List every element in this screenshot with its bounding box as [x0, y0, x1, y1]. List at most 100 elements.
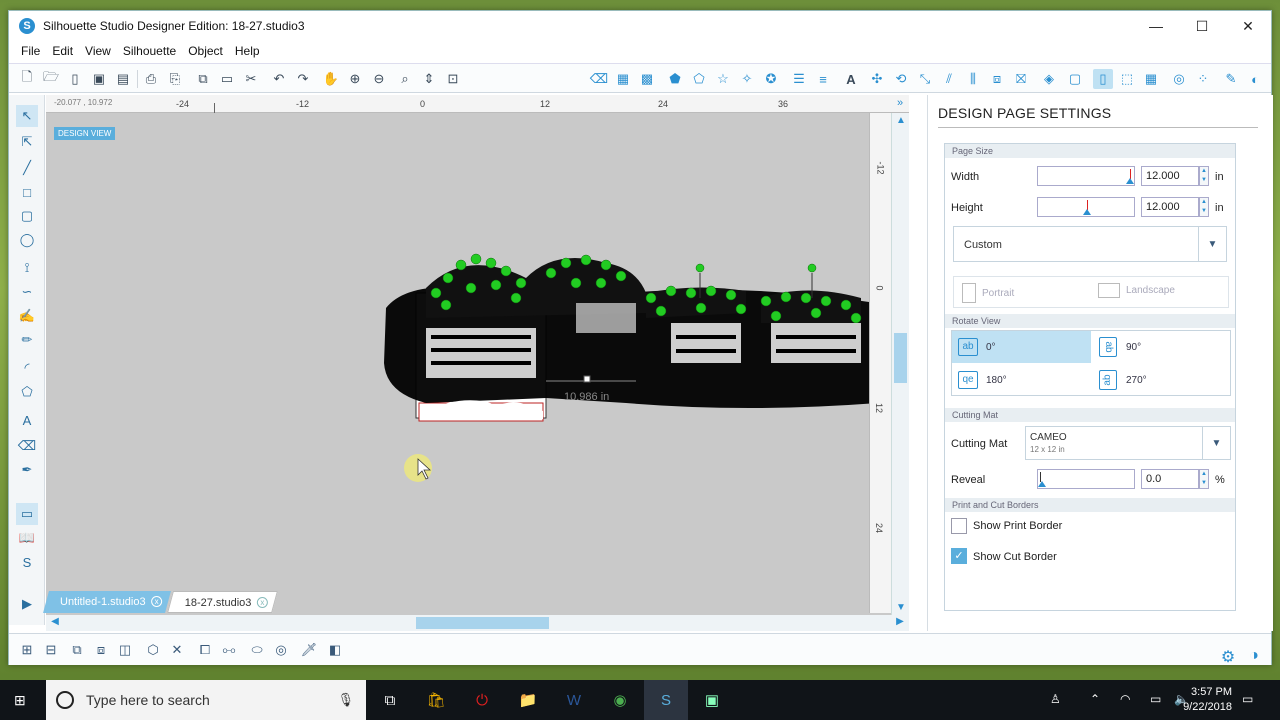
scale-icon[interactable]: ⤡ [915, 69, 935, 89]
menu-silhouette[interactable]: Silhouette [117, 44, 182, 58]
text-style-icon[interactable]: A [841, 69, 861, 89]
reveal-slider[interactable] [1037, 469, 1135, 489]
rectangle-tool-icon[interactable]: □ [16, 181, 38, 203]
landscape-option[interactable]: Landscape [1098, 283, 1175, 298]
chevron-up-icon[interactable]: ⌃ [1090, 692, 1100, 706]
bring-forward-icon[interactable]: ◫ [115, 640, 135, 660]
menu-view[interactable]: View [79, 44, 117, 58]
gear-icon[interactable]: ⚙ [1219, 647, 1237, 667]
group-icon[interactable]: ⊞ [17, 640, 37, 660]
undo-icon[interactable]: ↶ [269, 69, 289, 89]
width-slider[interactable] [1037, 166, 1135, 186]
polygon-tool-icon[interactable]: ⟟ [16, 257, 38, 279]
save-icon[interactable]: ▣ [89, 69, 109, 89]
drag-zoom-icon[interactable]: ⇕ [419, 69, 439, 89]
silhouette-store-icon[interactable]: S [16, 551, 38, 573]
fit-to-page-icon[interactable]: ⊡ [443, 69, 463, 89]
cut-settings-icon[interactable]: ⁘ [1193, 69, 1213, 89]
transform-icon[interactable]: ✣ [867, 69, 887, 89]
height-input[interactable]: 12.000 [1141, 197, 1199, 217]
registration-icon[interactable]: ⬚ [1117, 69, 1137, 89]
wifi-icon[interactable]: ◠ [1120, 692, 1130, 706]
cut-icon[interactable]: ✂ [241, 69, 261, 89]
make-compound-icon[interactable]: ⧉ [67, 640, 87, 660]
reveal-spinner[interactable]: ▲ ▼ [1199, 469, 1209, 489]
freehand-tool-icon[interactable]: ✍ [16, 305, 38, 327]
eraser-tool-icon[interactable]: ⌫ [16, 435, 38, 457]
library-icon[interactable]: ◐ [1245, 69, 1265, 89]
close-tab-icon[interactable]: x [150, 596, 162, 607]
page-size-dropdown[interactable]: Custom ▼ [953, 226, 1227, 262]
redo-icon[interactable]: ↷ [293, 69, 313, 89]
print-icon[interactable]: ⎙ [141, 69, 161, 89]
layers-icon[interactable]: ◧ [325, 640, 345, 660]
mirror-icon[interactable]: ⧟ [219, 640, 239, 660]
send-icon[interactable]: ◎ [1169, 69, 1189, 89]
design-canvas[interactable]: -20.077 , 10.972 -24 -12 0 12 24 36 DESI… [46, 95, 909, 615]
shape-icon[interactable]: ✧ [737, 69, 757, 89]
height-slider[interactable] [1037, 197, 1135, 217]
delete-icon[interactable]: ✕ [167, 640, 187, 660]
zoom-out-icon[interactable]: ⊖ [369, 69, 389, 89]
task-view-icon[interactable]: ⧉ [378, 688, 402, 712]
panel-collapse-icon[interactable]: » [891, 97, 909, 109]
rotate-90-option[interactable]: ab 90° [1092, 331, 1231, 363]
menu-help[interactable]: Help [229, 44, 266, 58]
print-cut-icon[interactable]: ⎘ [165, 69, 185, 89]
spiral-icon[interactable]: ◎ [271, 640, 291, 660]
rotate-270-option[interactable]: ab 270° [1092, 364, 1231, 396]
page-setup-icon[interactable]: ▯ [1093, 69, 1113, 89]
people-icon[interactable]: ♙ [1050, 692, 1061, 706]
portrait-option[interactable]: Portrait [962, 283, 1014, 303]
new-page-icon[interactable]: ▯ [65, 69, 85, 89]
power-app-icon[interactable]: ⏻ [470, 688, 494, 712]
replicate-icon[interactable]: ⧈ [987, 69, 1007, 89]
vertical-scrollbar[interactable]: ▲ ▼ [891, 113, 909, 615]
scroll-up-icon[interactable]: ▲ [892, 115, 909, 126]
taskbar-search[interactable]: Type here to search 🎙 [46, 680, 366, 720]
ungroup-icon[interactable]: ⊟ [41, 640, 61, 660]
grid-icon[interactable]: ▦ [1141, 69, 1161, 89]
word-icon[interactable]: W [562, 688, 586, 712]
menu-file[interactable]: File [15, 44, 46, 58]
horizontal-scroll-thumb[interactable] [416, 617, 549, 629]
open-folder-icon[interactable]: 🗁 [41, 69, 61, 89]
select-tool-icon[interactable]: ↖ [16, 105, 38, 127]
send-panel-icon[interactable]: ▶ [16, 593, 38, 615]
pencil-tool-icon[interactable]: ✏ [16, 329, 38, 351]
scroll-left-icon[interactable]: ◀ [46, 616, 64, 627]
pentagon-icon[interactable]: ⬟ [665, 69, 685, 89]
silhouette-taskbar-icon[interactable]: S [644, 680, 688, 720]
battery-icon[interactable]: ▭ [1150, 692, 1161, 706]
rotate-icon[interactable]: ⟲ [891, 69, 911, 89]
store-icon[interactable]: 🛍 [424, 688, 448, 712]
scroll-down-icon[interactable]: ▼ [892, 602, 909, 613]
point-edit-icon[interactable]: ⇱ [16, 131, 38, 153]
media-app-icon[interactable]: ▣ [700, 688, 724, 712]
chrome-icon[interactable]: ◉ [608, 688, 632, 712]
star-icon[interactable]: ☆ [713, 69, 733, 89]
offset-tool-icon[interactable]: ⬭ [247, 640, 267, 660]
modify-icon[interactable]: ⛝ [1011, 69, 1031, 89]
maximize-button[interactable]: ☐ [1179, 11, 1225, 41]
width-input[interactable]: 12.000 [1141, 166, 1199, 186]
paste-icon[interactable]: ▭ [217, 69, 237, 89]
text-tool-icon[interactable]: A [16, 409, 38, 431]
shadow-icon[interactable]: ✪ [761, 69, 781, 89]
release-compound-icon[interactable]: ⧈ [91, 640, 111, 660]
new-document-icon[interactable]: 🗋 [17, 69, 37, 89]
cutting-mat-dropdown[interactable]: CAMEO 12 x 12 in ▼ [1025, 426, 1231, 460]
file-explorer-icon[interactable]: 📁 [516, 688, 540, 712]
arc-tool-icon[interactable]: ◜ [16, 357, 38, 379]
line-tool-icon[interactable]: ╱ [16, 157, 38, 179]
rotate-0-option[interactable]: ab 0° [952, 331, 1091, 363]
knife-tool-icon[interactable]: ✒ [16, 459, 38, 481]
pattern-icon[interactable]: ▩ [637, 69, 657, 89]
microphone-icon[interactable]: 🎙 [337, 692, 354, 708]
polygon-icon[interactable]: ⬠ [689, 69, 709, 89]
pan-hand-icon[interactable]: ✋ [321, 69, 341, 89]
minimize-button[interactable]: — [1133, 11, 1179, 41]
design-artwork[interactable]: 10.986 in [46, 113, 891, 613]
weld-icon[interactable]: ⬡ [143, 640, 163, 660]
show-cut-border-checkbox[interactable]: ✓ [951, 548, 967, 564]
